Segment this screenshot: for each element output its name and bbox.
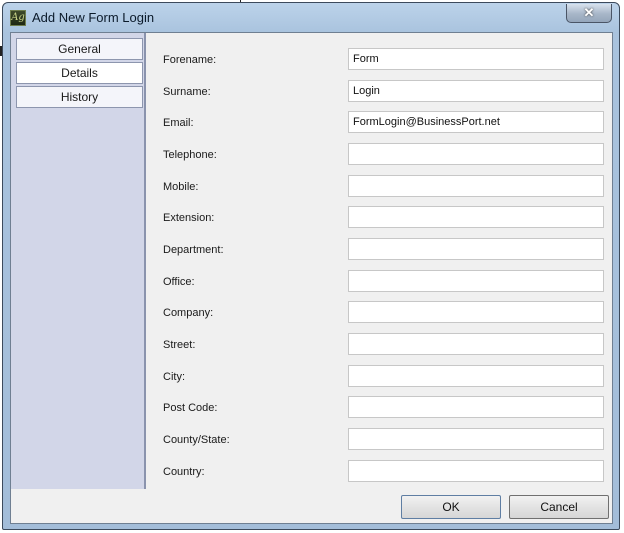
email-label: Email: xyxy=(163,117,194,129)
form-row-mobile: Mobile: xyxy=(146,175,612,199)
dialog-client-area: General Details History Forename: Surnam… xyxy=(10,32,613,524)
form-row-forename: Forename: xyxy=(146,48,612,72)
forename-field[interactable] xyxy=(348,48,604,70)
details-form: Forename: Surname: Email: Telephone: Mob… xyxy=(146,33,612,489)
county-state-label: County/State: xyxy=(163,434,230,446)
title-bar[interactable]: Ag Add New Form Login ✕ xyxy=(3,3,619,33)
city-label: City: xyxy=(163,371,185,383)
street-label: Street: xyxy=(163,339,196,351)
form-row-office: Office: xyxy=(146,270,612,294)
form-row-post-code: Post Code: xyxy=(146,396,612,420)
mobile-label: Mobile: xyxy=(163,181,199,193)
office-field[interactable] xyxy=(348,270,604,292)
extension-field[interactable] xyxy=(348,206,604,228)
company-label: Company: xyxy=(163,307,214,319)
telephone-field[interactable] xyxy=(348,143,604,165)
surname-field[interactable] xyxy=(348,80,604,102)
tab-sidebar: General Details History xyxy=(11,33,146,489)
department-field[interactable] xyxy=(348,238,604,260)
cancel-button[interactable]: Cancel xyxy=(509,495,609,519)
department-label: Department: xyxy=(163,244,224,256)
form-row-county-state: County/State: xyxy=(146,428,612,452)
form-row-city: City: xyxy=(146,365,612,389)
form-row-extension: Extension: xyxy=(146,206,612,230)
form-row-telephone: Telephone: xyxy=(146,143,612,167)
telephone-label: Telephone: xyxy=(163,149,217,161)
form-row-street: Street: xyxy=(146,333,612,357)
form-row-department: Department: xyxy=(146,238,612,262)
form-row-surname: Surname: xyxy=(146,80,612,104)
street-field[interactable] xyxy=(348,333,604,355)
surname-label: Surname: xyxy=(163,86,211,98)
extension-label: Extension: xyxy=(163,212,215,224)
city-field[interactable] xyxy=(348,365,604,387)
ok-button[interactable]: OK xyxy=(401,495,501,519)
dialog-footer: OK Cancel xyxy=(11,489,612,523)
app-icon: Ag xyxy=(10,10,26,26)
dialog-window: Ag Add New Form Login ✕ General Details … xyxy=(2,2,620,530)
company-field[interactable] xyxy=(348,301,604,323)
mobile-field[interactable] xyxy=(348,175,604,197)
form-row-country: Country: xyxy=(146,460,612,484)
tab-history[interactable]: History xyxy=(16,86,143,108)
country-field[interactable] xyxy=(348,460,604,482)
forename-label: Forename: xyxy=(163,54,217,66)
form-row-company: Company: xyxy=(146,301,612,325)
form-row-email: Email: xyxy=(146,111,612,135)
office-label: Office: xyxy=(163,276,195,288)
tab-general[interactable]: General xyxy=(16,38,143,60)
country-label: Country: xyxy=(163,466,205,478)
close-button[interactable]: ✕ xyxy=(566,4,612,23)
post-code-field[interactable] xyxy=(348,396,604,418)
window-title: Add New Form Login xyxy=(32,10,155,25)
post-code-label: Post Code: xyxy=(163,402,218,414)
county-state-field[interactable] xyxy=(348,428,604,450)
email-field[interactable] xyxy=(348,111,604,133)
tab-details[interactable]: Details xyxy=(16,62,143,84)
